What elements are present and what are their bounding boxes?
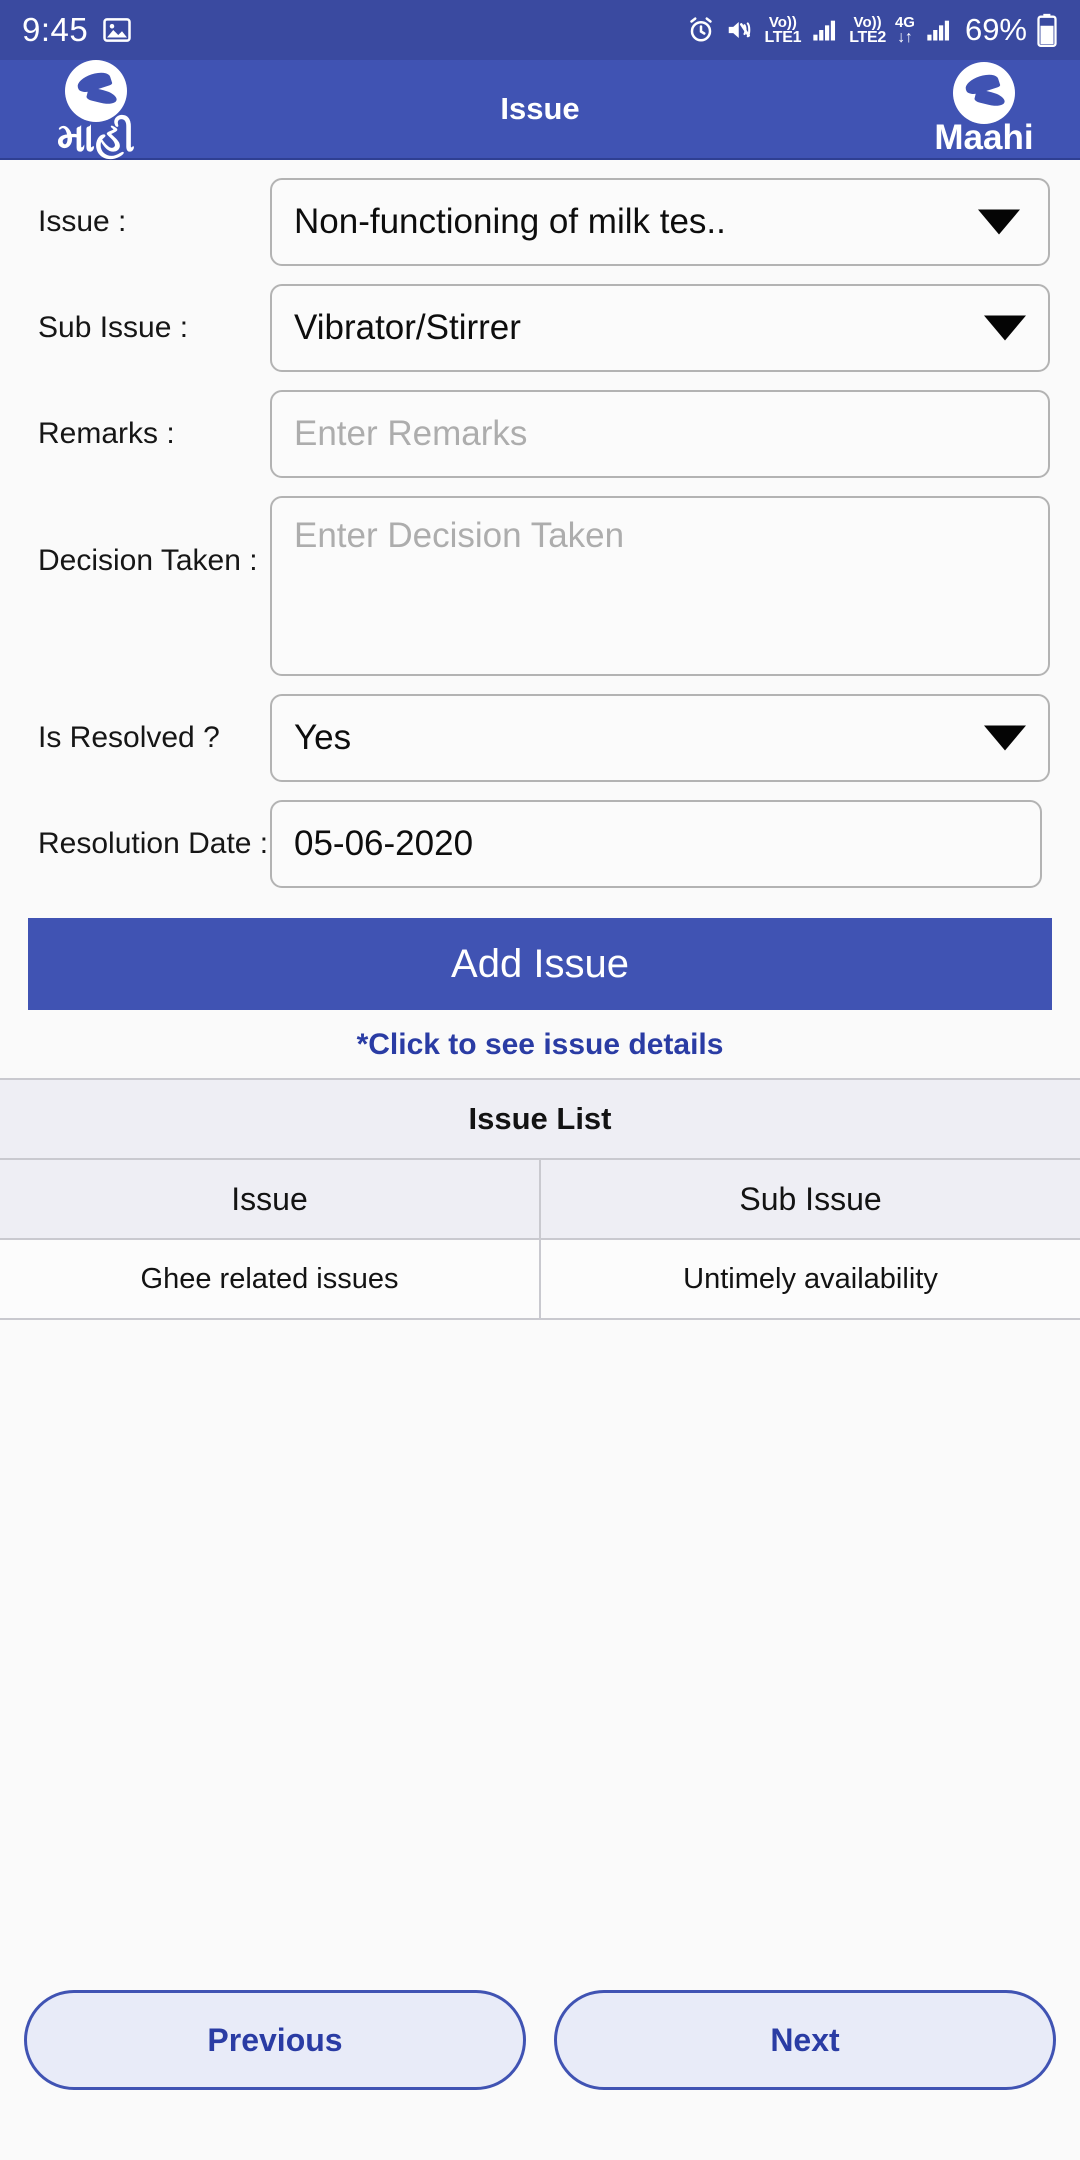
is-resolved-label: Is Resolved ? — [38, 721, 220, 755]
remarks-input[interactable]: Enter Remarks — [270, 390, 1050, 478]
wizard-navigation: Previous Next — [0, 1990, 1080, 2160]
sub-issue-label: Sub Issue : — [38, 311, 189, 345]
sim2-volte-indicator: Vo)) LTE2 — [849, 15, 886, 46]
resolution-date-input[interactable]: 05-06-2020 — [270, 800, 1043, 888]
data-network-type: 4G — [894, 13, 915, 31]
status-bar-left: 9:45 — [22, 11, 132, 49]
status-bar: 9:45 Vo)) LTE1 Vo)) LTE2 4G ↓↑ 69% — [0, 0, 1080, 60]
field-row-resolution-date: Resolution Date : 05-06-2020 — [0, 800, 1080, 888]
remarks-placeholder: Enter Remarks — [294, 414, 528, 453]
remarks-control: Enter Remarks — [270, 390, 1050, 478]
is-resolved-selected-value: Yes — [294, 718, 352, 757]
column-header-sub-issue: Sub Issue — [540, 1158, 1080, 1240]
status-bar-clock: 9:45 — [22, 11, 89, 48]
phone-screen: 9:45 Vo)) LTE1 Vo)) LTE2 4G ↓↑ 69% માહી … — [0, 0, 1080, 2160]
mobile-data-4g-indicator: 4G ↓↑ — [895, 15, 915, 46]
next-button[interactable]: Next — [554, 1990, 1056, 2090]
sim1-volte-indicator: Vo)) LTE1 — [764, 15, 801, 46]
maahi-emblem-icon — [953, 62, 1015, 125]
sim1-volte-top: Vo)) — [768, 13, 797, 31]
maahi-emblem-icon — [65, 59, 127, 122]
add-issue-button[interactable]: Add Issue — [28, 918, 1052, 1010]
field-row-sub-issue: Sub Issue : Vibrator/Stirrer — [0, 284, 1080, 372]
sub-issue-selected-value: Vibrator/Stirrer — [294, 308, 521, 347]
field-row-decision-taken: Decision Taken : Enter Decision Taken — [0, 496, 1080, 676]
sim2-volte-bottom: LTE2 — [849, 28, 886, 46]
field-row-is-resolved: Is Resolved ? Yes — [0, 694, 1080, 782]
decision-taken-label: Decision Taken : — [38, 544, 258, 577]
previous-button[interactable]: Previous — [24, 1990, 526, 2090]
chevron-down-icon — [978, 209, 1020, 235]
field-row-issue: Issue : Non-functioning of milk tes.. — [0, 178, 1080, 266]
column-header-issue: Issue — [0, 1158, 541, 1240]
status-bar-right: Vo)) LTE1 Vo)) LTE2 4G ↓↑ 69% — [686, 12, 1058, 48]
volume-mute-vibrate-icon — [725, 15, 755, 45]
issue-list-table: Issue List Issue Sub Issue Ghee related … — [0, 1078, 1080, 1320]
issue-form: Issue : Non-functioning of milk tes.. Su… — [0, 160, 1080, 906]
battery-percent-label: 69% — [964, 12, 1027, 47]
sub-issue-dropdown[interactable]: Vibrator/Stirrer — [270, 284, 1050, 372]
table-row[interactable]: Ghee related issues Untimely availabilit… — [0, 1238, 1080, 1320]
decision-taken-placeholder: Enter Decision Taken — [294, 516, 625, 555]
issue-list-title-row: Issue List — [0, 1078, 1080, 1160]
issue-dropdown[interactable]: Non-functioning of milk tes.. — [270, 178, 1050, 266]
resolution-date-value: 05-06-2020 — [294, 824, 474, 863]
issue-label: Issue : — [38, 205, 127, 239]
issue-details-hint-link[interactable]: *Click to see issue details — [0, 1010, 1080, 1078]
signal-bars-sim2-icon — [924, 16, 954, 44]
signal-bars-sim1-icon — [810, 16, 840, 44]
decision-taken-textarea[interactable]: Enter Decision Taken — [270, 496, 1050, 676]
chevron-down-icon — [984, 725, 1026, 751]
app-logo-right[interactable]: Maahi — [904, 62, 1064, 156]
app-logo-right-label: Maahi — [934, 118, 1034, 158]
app-logo-left-label: માહી — [57, 115, 135, 160]
issue-selected-value: Non-functioning of milk tes.. — [294, 202, 726, 241]
sub-issue-control: Vibrator/Stirrer — [270, 284, 1050, 372]
is-resolved-control: Yes — [270, 694, 1050, 782]
issue-list-header-row: Issue Sub Issue — [0, 1158, 1080, 1240]
issue-list-title: Issue List — [0, 1078, 1080, 1160]
remarks-label: Remarks : — [38, 417, 175, 451]
decision-taken-control: Enter Decision Taken — [270, 496, 1050, 676]
is-resolved-dropdown[interactable]: Yes — [270, 694, 1050, 782]
field-row-remarks: Remarks : Enter Remarks — [0, 390, 1080, 478]
app-header: માહી Issue Maahi — [0, 59, 1080, 160]
resolution-date-control: 05-06-2020 — [270, 800, 1050, 888]
cell-sub-issue: Untimely availability — [540, 1238, 1080, 1320]
add-issue-container: Add Issue — [0, 906, 1080, 1010]
data-transfer-arrows-icon: ↓↑ — [897, 28, 913, 46]
cell-issue: Ghee related issues — [0, 1238, 541, 1320]
issue-control: Non-functioning of milk tes.. — [270, 178, 1050, 266]
alarm-icon — [686, 15, 716, 45]
resolution-date-label: Resolution Date : — [38, 827, 269, 861]
app-logo-left[interactable]: માહી — [16, 59, 176, 160]
chevron-down-icon — [984, 315, 1026, 341]
battery-icon — [1036, 13, 1058, 47]
sim2-volte-top: Vo)) — [853, 13, 882, 31]
sim1-volte-bottom: LTE1 — [764, 28, 802, 46]
image-icon — [102, 15, 132, 45]
